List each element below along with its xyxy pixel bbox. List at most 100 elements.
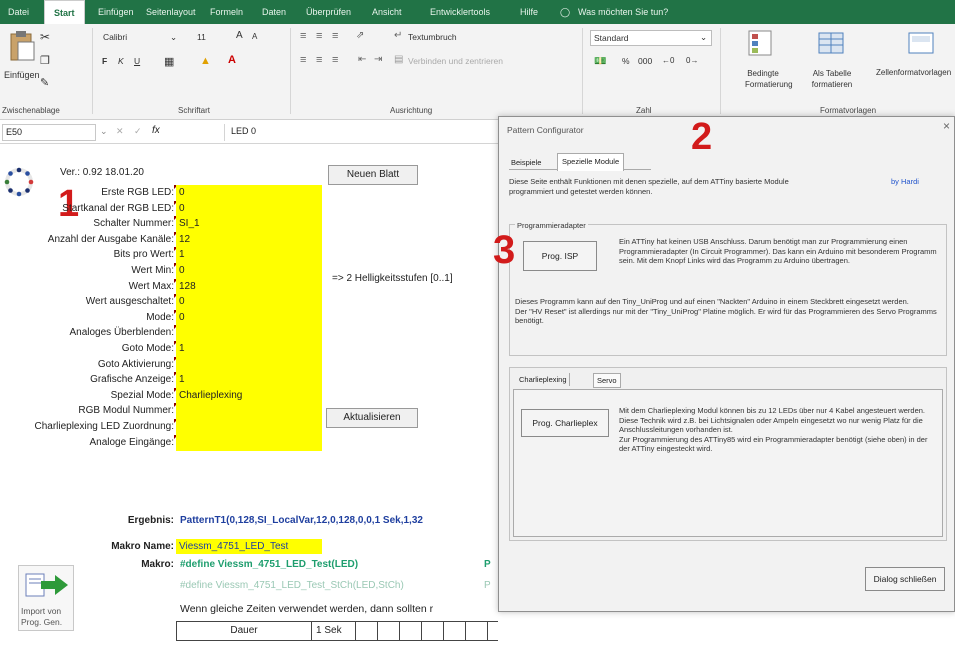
- makro-name-value[interactable]: Viessm_4751_LED_Test: [176, 539, 322, 554]
- font-size-up[interactable]: A: [236, 30, 243, 41]
- field-value[interactable]: 0: [176, 200, 322, 217]
- import-button[interactable]: Import von Prog. Gen.: [18, 565, 74, 631]
- fill-color-icon[interactable]: ▲: [200, 55, 211, 67]
- close-icon[interactable]: ×: [943, 119, 950, 133]
- decrease-decimal-icon[interactable]: 0→: [686, 56, 698, 65]
- format-painter-icon[interactable]: ✎: [40, 76, 49, 89]
- confirm-icon[interactable]: ✓: [134, 126, 142, 137]
- tab-entwicklertools[interactable]: Entwicklertools: [430, 0, 490, 24]
- align-top-icon[interactable]: ≡: [300, 30, 306, 42]
- indent-icon[interactable]: ⇤: [358, 54, 366, 65]
- field-value[interactable]: 1: [176, 372, 322, 389]
- tab-spezielle-module[interactable]: Spezielle Module: [557, 153, 625, 171]
- format-as-table-button[interactable]: Als Tabelle formatieren: [806, 68, 858, 90]
- field-value[interactable]: SI_1: [176, 216, 322, 233]
- format-as-table-icon[interactable]: [818, 30, 844, 56]
- define-line: #define Viessm_4751_LED_Test_StCh(LED,St…: [180, 580, 404, 591]
- wrap-text-icon[interactable]: ↵: [394, 30, 402, 41]
- currency-icon[interactable]: 💵: [594, 56, 606, 67]
- chevron-down-icon[interactable]: ⌄: [700, 32, 707, 43]
- field-label: Anzahl der Ausgabe Kanäle:: [47, 233, 174, 245]
- programmer-frame-title: Programmieradapter: [515, 221, 588, 231]
- field-value[interactable]: 0: [176, 185, 322, 202]
- align-left-icon[interactable]: ≡: [300, 54, 306, 66]
- field-value[interactable]: 0: [176, 263, 322, 280]
- cancel-icon[interactable]: ✕: [116, 126, 124, 137]
- increase-decimal-icon[interactable]: ←0: [662, 56, 674, 65]
- tab-seitenlayout[interactable]: Seitenlayout: [146, 0, 196, 24]
- merge-center-button[interactable]: Verbinden und zentrieren: [408, 56, 503, 66]
- paste-icon[interactable]: [8, 28, 36, 62]
- bold-button[interactable]: F: [102, 56, 107, 66]
- percent-button[interactable]: %: [622, 56, 630, 66]
- tab-ueberpruefen[interactable]: Überprüfen: [306, 0, 351, 24]
- outdent-icon[interactable]: ⇥: [374, 54, 382, 65]
- field-value[interactable]: 12: [176, 231, 322, 248]
- paste-label[interactable]: Einfügen: [4, 70, 40, 80]
- field-value[interactable]: [176, 356, 322, 373]
- conditional-formatting-button[interactable]: Bedingte Formatierung: [745, 68, 793, 90]
- wrap-text-button[interactable]: Textumbruch: [408, 32, 457, 42]
- new-sheet-button[interactable]: Neuen Blatt: [328, 165, 418, 185]
- orientation-icon[interactable]: ⇗: [356, 30, 364, 41]
- tab-einfuegen[interactable]: Einfügen: [98, 0, 134, 24]
- tab-charlieplexing[interactable]: Charlieplexing: [517, 373, 570, 386]
- field-value[interactable]: [176, 419, 322, 436]
- dauer-value[interactable]: 1 Sek: [312, 622, 356, 640]
- cell-styles-icon[interactable]: [908, 30, 934, 56]
- tab-formeln[interactable]: Formeln: [210, 0, 243, 24]
- font-size-down[interactable]: A: [252, 32, 257, 41]
- tab-start[interactable]: Start: [44, 0, 85, 24]
- group-label-number: Zahl: [636, 106, 652, 115]
- field-value[interactable]: 1: [176, 247, 322, 264]
- underline-button[interactable]: U: [134, 56, 140, 66]
- field-value[interactable]: 1: [176, 341, 322, 358]
- prog-isp-button[interactable]: Prog. ISP: [523, 241, 597, 271]
- field-value[interactable]: Charlieplexing: [176, 387, 322, 404]
- thousands-button[interactable]: 000: [638, 56, 652, 66]
- name-box[interactable]: E50: [2, 124, 96, 141]
- align-right-icon[interactable]: ≡: [332, 54, 338, 66]
- tab-beispiele[interactable]: Beispiele: [511, 158, 541, 167]
- tell-me-search[interactable]: Was möchten Sie tun?: [578, 0, 668, 24]
- close-dialog-button[interactable]: Dialog schließen: [865, 567, 945, 591]
- italic-button[interactable]: K: [118, 56, 124, 66]
- author-credit[interactable]: by Hardi: [891, 177, 919, 187]
- charlieplex-text: Mit dem Charlieplexing Modul können bis …: [619, 406, 928, 453]
- border-icon[interactable]: ▦: [164, 55, 174, 68]
- copy-icon[interactable]: ❐: [40, 54, 50, 67]
- field-value[interactable]: [176, 325, 322, 342]
- chevron-down-icon[interactable]: ⌄: [100, 126, 108, 137]
- field-value[interactable]: [176, 403, 322, 420]
- makro-label: Makro:: [141, 559, 174, 570]
- tab-datei[interactable]: Datei: [8, 0, 29, 24]
- number-format-select[interactable]: Standard: [590, 30, 712, 46]
- font-color-icon[interactable]: A: [228, 54, 236, 66]
- version-label: Ver.: 0.92 18.01.20: [60, 167, 144, 178]
- conditional-formatting-icon[interactable]: [748, 30, 772, 56]
- align-bottom-icon[interactable]: ≡: [332, 30, 338, 42]
- tab-hilfe[interactable]: Hilfe: [520, 0, 538, 24]
- field-label: Analoges Überblenden:: [69, 327, 174, 339]
- tab-ansicht[interactable]: Ansicht: [372, 0, 402, 24]
- field-label: Grafische Anzeige:: [90, 374, 174, 386]
- tab-daten[interactable]: Daten: [262, 0, 286, 24]
- font-size-select[interactable]: 11: [194, 30, 224, 46]
- merge-icon[interactable]: ▤: [394, 54, 403, 65]
- align-center-icon[interactable]: ≡: [316, 54, 322, 66]
- chevron-down-icon[interactable]: ⌄: [170, 32, 177, 43]
- cut-icon[interactable]: ✂: [40, 30, 50, 44]
- field-value[interactable]: 128: [176, 278, 322, 295]
- field-value[interactable]: [176, 434, 322, 451]
- field-value[interactable]: 0: [176, 309, 322, 326]
- fx-icon[interactable]: fx: [152, 125, 160, 136]
- align-middle-icon[interactable]: ≡: [316, 30, 322, 42]
- prog-isp-text: Ein ATTiny hat keinen USB Anschluss. Dar…: [619, 237, 937, 265]
- cell-styles-button[interactable]: Zellenformatvorlagen: [876, 68, 951, 77]
- refresh-button[interactable]: Aktualisieren: [326, 408, 418, 428]
- prog-charlieplex-button[interactable]: Prog. Charlieplex: [521, 409, 609, 437]
- makro-value: #define Viessm_4751_LED_Test(LED): [180, 559, 359, 570]
- field-value[interactable]: 0: [176, 294, 322, 311]
- formula-input[interactable]: LED 0: [224, 124, 494, 141]
- tab-servo[interactable]: Servo: [593, 373, 621, 388]
